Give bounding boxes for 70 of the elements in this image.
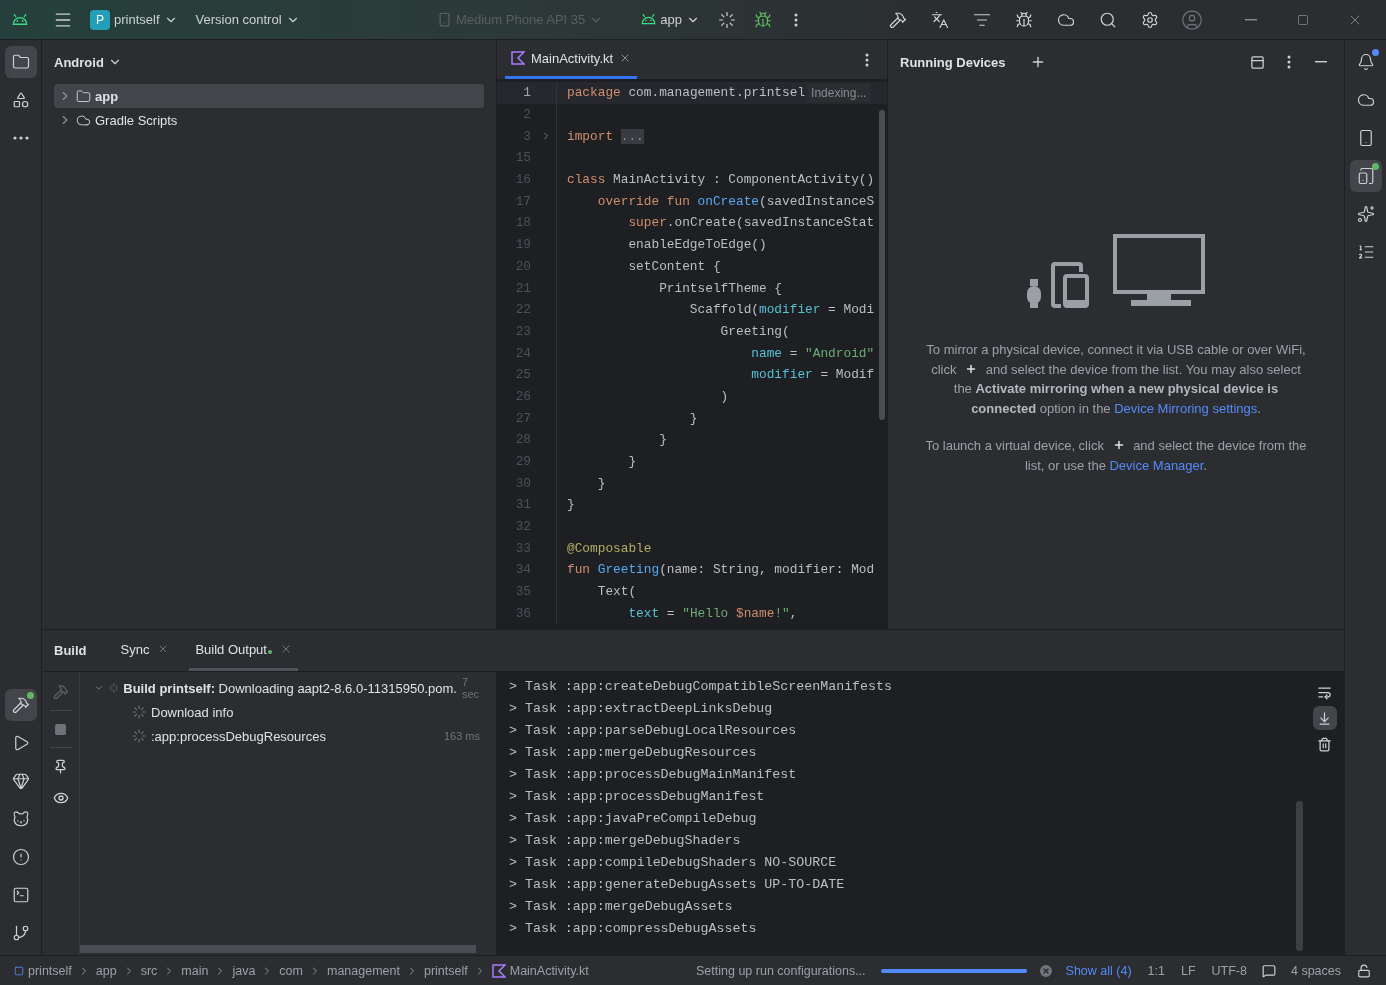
console-line: > Task :app:javaPreCompileDebug [509, 810, 758, 828]
instruction-text: To launch a virtual device, click and select the device from the list, or use the Device Manager. [924, 437, 1308, 475]
build-status: Build printself: Downloading aapt2-8.6.0-11315950.pom. [123, 680, 457, 696]
code-line: override fun onCreate(savedInstanceS [596, 193, 875, 209]
panel-title: Build [54, 643, 87, 658]
breadcrumb-item[interactable]: src [140, 963, 158, 978]
version-control-menu[interactable]: Version control [189, 5, 306, 34]
code-line: modifier = Modif [750, 367, 875, 383]
project-badge: P [90, 9, 110, 30]
duration: 163 ms [443, 730, 480, 742]
code-line: Text( [596, 584, 637, 600]
link[interactable]: Device Manager [1109, 457, 1204, 473]
console-line: > Task :app:generateDebugAssets UP-TO-DATE [509, 876, 846, 894]
build-tree-item[interactable]: Download info [80, 700, 496, 724]
panel-title: Running Devices [900, 54, 1006, 70]
console-line: > Task :app:compileDebugShaders NO-SOURCE [509, 854, 838, 872]
code-line: enableEdgeToEdge() [627, 237, 767, 253]
code-line: package com.management.printsel [566, 85, 806, 101]
project-selector[interactable]: P printself [84, 5, 184, 34]
line-number: 1 [522, 85, 531, 101]
breadcrumb-item[interactable]: printself [14, 963, 72, 978]
code-line: } [627, 454, 637, 470]
console-line: > Task :app:compressDebugAssets [509, 920, 758, 938]
code-line: super.onCreate(savedInstanceStat [627, 215, 875, 231]
code-line: name = "Android" [750, 345, 875, 361]
code-line: ) [719, 388, 729, 404]
project-tree-item[interactable]: Gradle Scripts [54, 108, 484, 132]
background-task: Setting up run configurations... [695, 963, 867, 978]
code-line: } [688, 410, 698, 426]
show-all-link[interactable]: Show all (4) [1060, 963, 1137, 978]
panel-tab[interactable]: Build Output [189, 630, 298, 671]
project-tree-item[interactable]: app [54, 84, 484, 108]
panel-tab[interactable]: Sync [114, 630, 176, 671]
duration: 7 sec [461, 676, 480, 700]
console-line: > Task :app:mergeDebugAssets [509, 898, 734, 916]
code-line: Scaffold(modifier = Modi [688, 302, 875, 318]
console-line: > Task :app:processDebugManifest [509, 788, 766, 806]
console-line: > Task :app:createDebugCompatibleScreenManifests [509, 678, 893, 696]
breadcrumb-item[interactable]: java [232, 963, 256, 978]
code-line: class MainActivity : ComponentActivity() [566, 172, 875, 188]
indent-setting[interactable]: 4 spaces [1285, 963, 1346, 978]
breadcrumb-item[interactable]: main [181, 963, 209, 978]
console-line: > Task :app:mergeDebugResources [509, 744, 758, 762]
instruction-text: To mirror a physical device, connect it via USB cable or over WiFi, click and select the device from the list. You may also select the Activate mirroring when a new physical device is connected option in the Device Mirroring settings. [925, 341, 1307, 418]
code-line: @Composable [566, 540, 652, 556]
code-line: Greeting( [719, 323, 790, 339]
console-line: > Task :app:mergeDebugShaders [509, 832, 742, 850]
console-line: > Task :app:parseDebugLocalResources [509, 722, 798, 740]
breadcrumb-item[interactable]: MainActivity.kt [491, 963, 589, 978]
breadcrumb-item[interactable]: app [95, 963, 117, 978]
console-line: > Task :app:processDebugMainManifest [509, 766, 798, 784]
run-config-selector[interactable]: app [635, 5, 706, 34]
code-line: } [566, 497, 575, 513]
indexing-label: Indexing... [807, 83, 871, 102]
code-line: } [658, 432, 667, 448]
project-view-selector[interactable]: Android [52, 48, 124, 76]
code-line: PrintselfTheme { [658, 280, 783, 296]
code-line: setContent { [627, 258, 721, 274]
breadcrumb-item[interactable]: com [279, 963, 303, 978]
code-line: fun Greeting(name: String, modifier: Mod [566, 562, 875, 578]
code-line: } [596, 475, 606, 491]
console-line: > Task :app:extractDeepLinksDebug [509, 700, 774, 718]
code-line: import ... [566, 128, 644, 144]
caret-position[interactable]: 1:1 [1142, 963, 1170, 978]
line-separator[interactable]: LF [1175, 963, 1201, 978]
breadcrumb-item[interactable]: printself [423, 963, 468, 978]
build-tree-item[interactable]: :app:processDebugResources 163 ms [80, 724, 496, 748]
file-encoding[interactable]: UTF-8 [1206, 963, 1252, 978]
breadcrumb-item[interactable]: management [326, 963, 400, 978]
code-line: text = "Hello $name!", [627, 605, 798, 621]
